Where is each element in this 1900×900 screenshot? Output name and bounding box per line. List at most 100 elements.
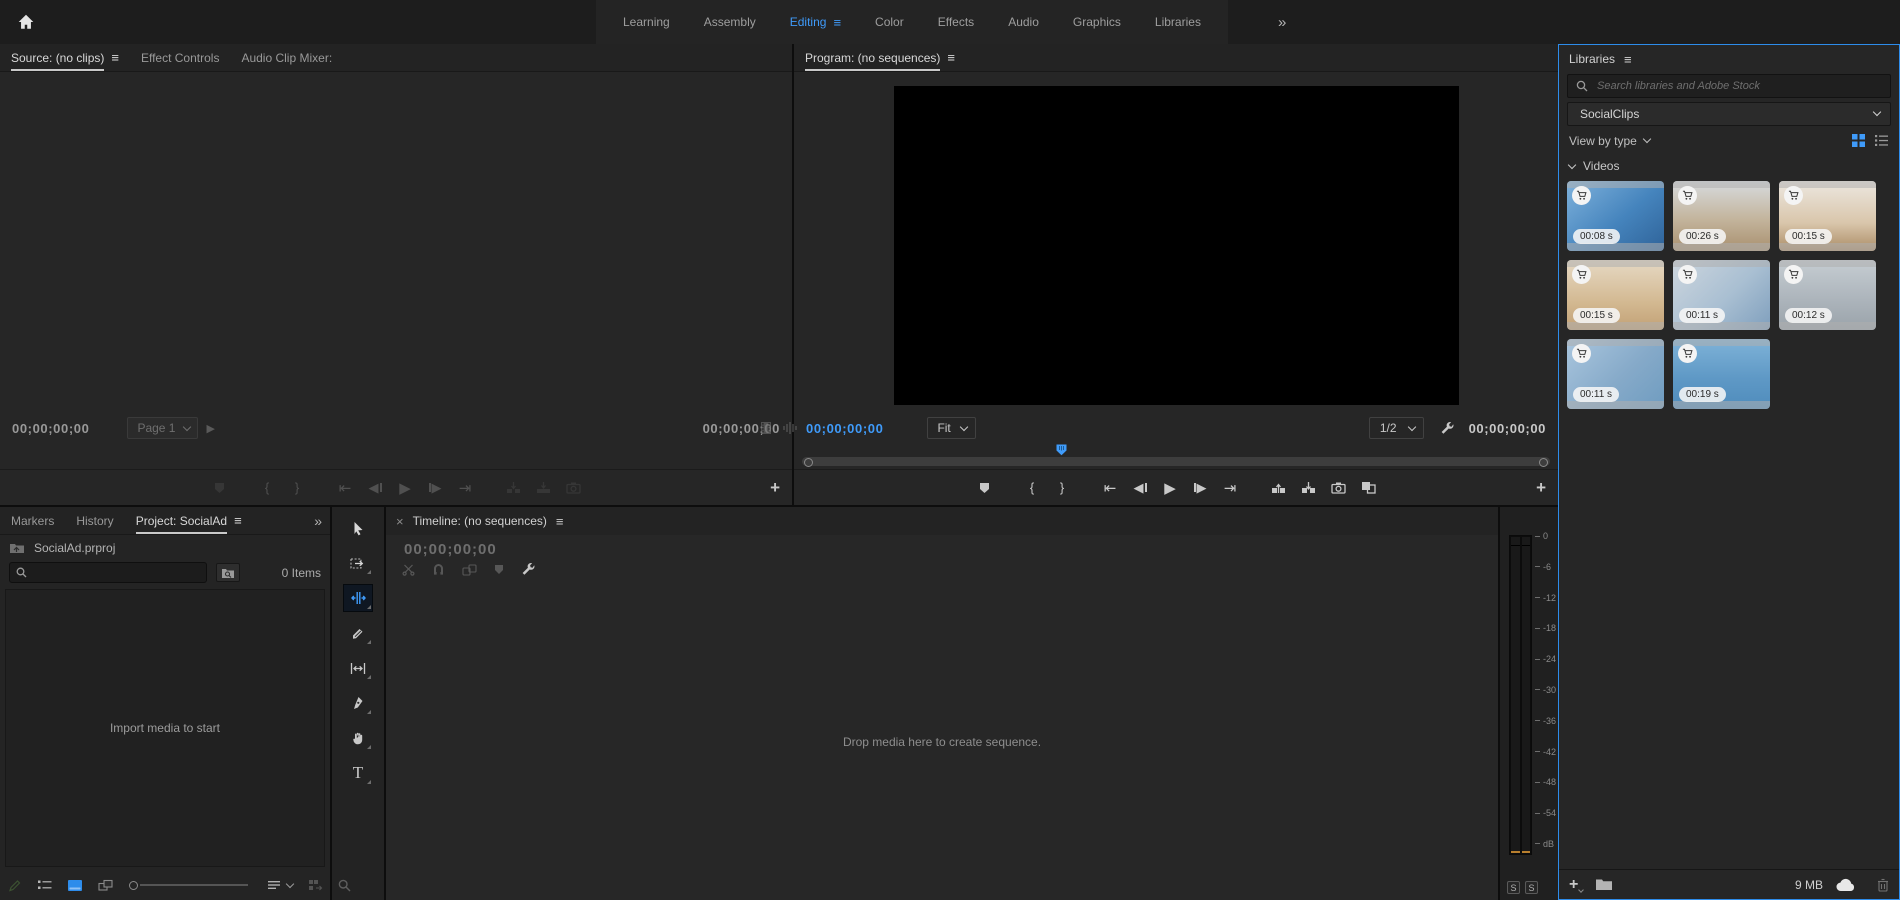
step-back-button[interactable]: ◀ — [1125, 476, 1155, 500]
timeline-timecode[interactable]: 00;00;00;00 — [386, 535, 1498, 558]
workspace-tab-graphics[interactable]: Graphics — [1056, 0, 1138, 44]
mark-out-button[interactable]: } — [1047, 476, 1077, 500]
workspace-tab-effects[interactable]: Effects — [921, 0, 991, 44]
mark-in-button[interactable]: { — [252, 476, 282, 500]
comparison-view-button[interactable] — [1353, 476, 1383, 500]
tab-effect-controls[interactable]: Effect Controls — [130, 44, 230, 71]
find-button[interactable] — [338, 879, 351, 892]
page-selector[interactable]: Page 1 — [127, 417, 198, 439]
new-library-folder-icon[interactable] — [1595, 878, 1613, 891]
sort-button[interactable] — [267, 880, 293, 890]
mark-out-button[interactable]: } — [282, 476, 312, 500]
automate-to-sequence-button[interactable] — [308, 879, 323, 891]
workspace-menu-icon[interactable]: ≡ — [833, 16, 841, 29]
timeline-settings-wrench-icon[interactable] — [521, 562, 536, 577]
add-marker-button[interactable] — [969, 476, 999, 500]
ripple-edit-tool[interactable] — [344, 585, 372, 611]
program-current-timecode[interactable]: 00;00;00;00 — [806, 421, 883, 436]
program-scrub-area[interactable] — [794, 443, 1558, 469]
insert-button[interactable] — [498, 476, 528, 500]
folder-up-icon[interactable] — [9, 542, 25, 554]
view-by-type-dropdown[interactable]: View by type — [1569, 134, 1637, 148]
cloud-sync-icon[interactable] — [1835, 878, 1857, 892]
go-to-out-button[interactable]: ⇥ — [450, 476, 480, 500]
home-button[interactable] — [0, 0, 52, 44]
workspace-tab-audio[interactable]: Audio — [991, 0, 1056, 44]
panel-overflow-icon[interactable]: » — [314, 513, 330, 529]
close-panel-icon[interactable]: × — [396, 514, 404, 529]
workspace-overflow-icon[interactable]: » — [1268, 0, 1296, 44]
pen-tool[interactable] — [344, 690, 372, 716]
settings-wrench-icon[interactable] — [1440, 421, 1455, 436]
libraries-search-box[interactable] — [1567, 74, 1891, 98]
search-bin-button[interactable] — [216, 563, 240, 582]
workspace-tab-learning[interactable]: Learning — [606, 0, 687, 44]
slip-tool[interactable] — [344, 655, 372, 681]
tab-markers[interactable]: Markers — [0, 507, 65, 534]
zoom-fit-selector[interactable]: Fit — [927, 417, 975, 439]
workspace-tab-libraries[interactable]: Libraries — [1138, 0, 1218, 44]
lift-button[interactable] — [1263, 476, 1293, 500]
add-content-button[interactable]: + — [1569, 876, 1583, 894]
drag-audio-icon[interactable] — [782, 421, 798, 435]
video-thumbnail[interactable]: 00:19 s — [1673, 339, 1770, 409]
panel-menu-icon[interactable]: ≡ — [947, 51, 955, 64]
timeline-title[interactable]: Timeline: (no sequences) — [413, 514, 547, 528]
extract-button[interactable] — [1293, 476, 1323, 500]
panel-menu-icon[interactable]: ≡ — [556, 515, 564, 528]
video-thumbnail[interactable]: 00:08 s — [1567, 181, 1664, 251]
step-forward-button[interactable]: ▶ — [1185, 476, 1215, 500]
snap-icon[interactable] — [432, 563, 445, 576]
project-search-field[interactable] — [27, 566, 200, 580]
workspace-tab-color[interactable]: Color — [858, 0, 921, 44]
play-button[interactable]: ▶ — [1155, 476, 1185, 500]
add-marker-icon[interactable] — [494, 564, 504, 575]
button-editor-plus[interactable]: + — [1536, 478, 1546, 498]
source-scrub-area[interactable] — [0, 443, 792, 469]
program-zoom-scrollbar[interactable] — [802, 457, 1550, 466]
freeform-view-button[interactable] — [98, 879, 114, 892]
video-thumbnail[interactable]: 00:26 s — [1673, 181, 1770, 251]
thumbnail-zoom-slider[interactable] — [129, 881, 248, 890]
tab-audio-clip-mixer[interactable]: Audio Clip Mixer: — [230, 44, 343, 71]
step-back-button[interactable]: ◀ — [360, 476, 390, 500]
scissors-icon[interactable] — [402, 563, 415, 576]
export-frame-button[interactable] — [1323, 476, 1353, 500]
tab-project[interactable]: Project: SocialAd≡ — [125, 507, 253, 534]
video-thumbnail[interactable]: 00:12 s — [1779, 260, 1876, 330]
playhead-marker[interactable] — [1056, 444, 1067, 456]
libraries-search-input[interactable] — [1595, 79, 1882, 93]
project-file-name[interactable]: SocialAd.prproj — [34, 541, 115, 555]
type-tool[interactable]: T — [344, 760, 372, 786]
videos-section-header[interactable]: Videos — [1559, 152, 1899, 175]
project-empty-area[interactable]: Import media to start — [5, 589, 325, 867]
button-editor-plus[interactable]: + — [770, 478, 780, 498]
drag-video-icon[interactable] — [760, 421, 772, 435]
tab-program[interactable]: Program: (no sequences)≡ — [794, 44, 966, 71]
go-to-out-button[interactable]: ⇥ — [1215, 476, 1245, 500]
razor-tool[interactable] — [344, 620, 372, 646]
workspace-tab-assembly[interactable]: Assembly — [687, 0, 773, 44]
video-thumbnail[interactable]: 00:15 s — [1779, 181, 1876, 251]
icon-view-button[interactable] — [67, 879, 83, 892]
track-select-forward-tool[interactable] — [344, 550, 372, 576]
tab-history[interactable]: History — [65, 507, 124, 534]
project-search-input[interactable] — [9, 562, 207, 583]
list-view-button[interactable] — [37, 879, 52, 891]
overwrite-button[interactable] — [528, 476, 558, 500]
video-thumbnail[interactable]: 00:11 s — [1673, 260, 1770, 330]
selection-tool[interactable] — [344, 515, 372, 541]
project-writable-icon[interactable] — [8, 878, 22, 892]
step-forward-button[interactable]: ▶ — [420, 476, 450, 500]
zoom-slider-handle[interactable] — [129, 881, 138, 890]
panel-menu-icon[interactable]: ≡ — [234, 514, 242, 527]
video-thumbnail[interactable]: 00:11 s — [1567, 339, 1664, 409]
panel-menu-icon[interactable]: ≡ — [111, 51, 119, 64]
playback-resolution-selector[interactable]: 1/2 — [1369, 417, 1424, 439]
page-play-icon[interactable]: ▶ — [206, 422, 214, 435]
grid-view-icon[interactable] — [1851, 133, 1866, 148]
export-frame-button[interactable] — [558, 476, 588, 500]
add-marker-button[interactable] — [204, 476, 234, 500]
go-to-in-button[interactable]: ⇤ — [1095, 476, 1125, 500]
list-view-icon[interactable] — [1874, 134, 1889, 147]
